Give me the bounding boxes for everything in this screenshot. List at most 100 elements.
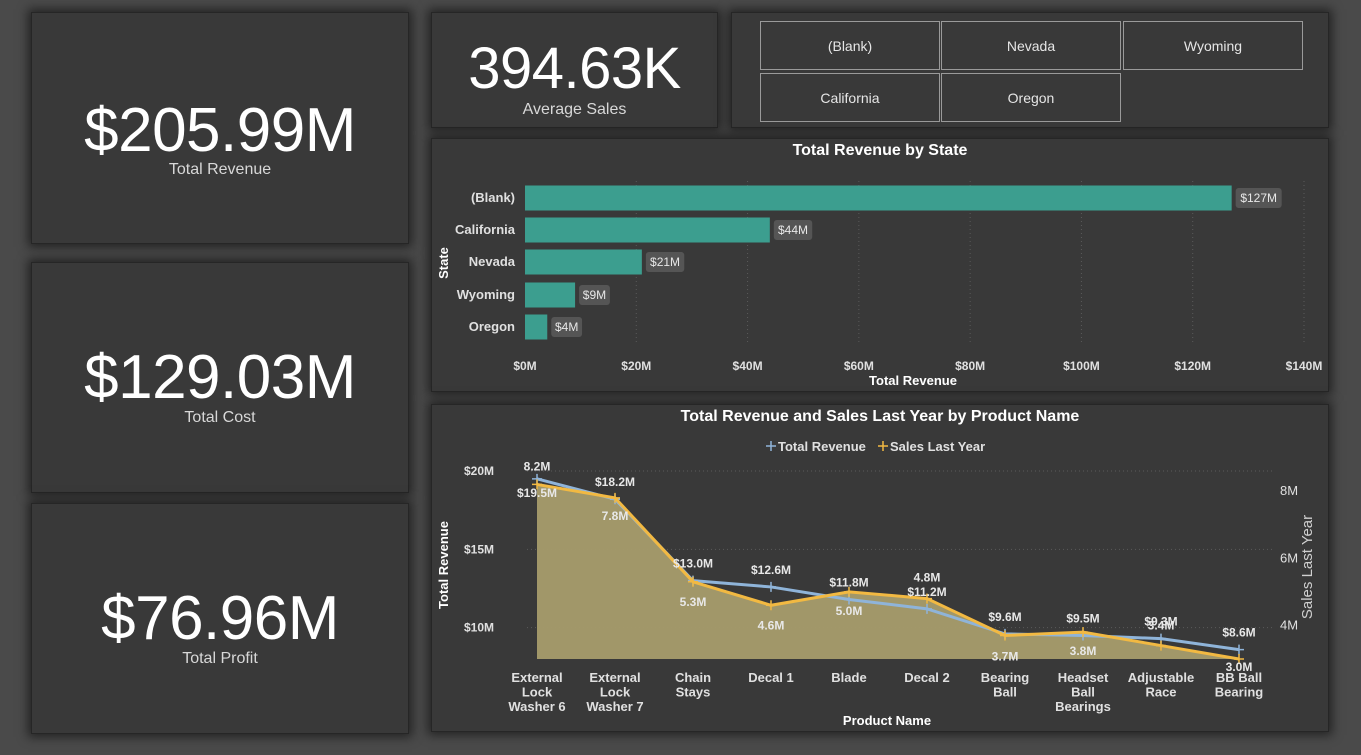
- line-x-category-label: BB Ball: [1216, 670, 1262, 685]
- slicer-item-wyoming[interactable]: Wyoming: [1123, 21, 1303, 70]
- bar-x-axis-title: Total Revenue: [869, 373, 957, 388]
- state-slicer: (Blank) Nevada Wyoming California Oregon: [731, 12, 1329, 128]
- line-x-category-label: Bearing: [1215, 685, 1263, 700]
- bar-category-label: Nevada: [469, 254, 516, 269]
- legend-revenue-label: Total Revenue: [778, 439, 866, 454]
- sales-data-label: 4.6M: [758, 618, 785, 632]
- line-x-category-label: Washer 6: [508, 699, 565, 714]
- line-y-left-tick-label: $10M: [464, 621, 494, 635]
- line-x-category-label: Decal 2: [904, 670, 950, 685]
- bar: [525, 249, 642, 275]
- line-x-category-label: Bearing: [981, 670, 1029, 685]
- line-y-right-tick-label: 8M: [1280, 483, 1298, 498]
- sales-data-label: 4.8M: [914, 571, 941, 585]
- line-x-category-label: Stays: [676, 685, 711, 700]
- revenue-data-label: $19.5M: [517, 486, 557, 500]
- kpi-label-total-revenue: Total Revenue: [168, 161, 272, 178]
- legend-sales-marker: [878, 441, 888, 451]
- revenue-data-label: $8.6M: [1222, 626, 1255, 640]
- bar: [525, 314, 548, 340]
- bar-category-label: (Blank): [471, 190, 515, 205]
- line-y-left-axis-title: Total Revenue: [436, 521, 451, 609]
- bar-category-label: Oregon: [469, 319, 515, 334]
- slicer-item-nevada[interactable]: Nevada: [941, 21, 1121, 70]
- revenue-marker: [1234, 644, 1244, 655]
- bar-x-tick-label: $140M: [1286, 359, 1323, 373]
- bar-data-label: $127M: [1240, 191, 1277, 205]
- line-x-category-label: Bearings: [1055, 699, 1111, 714]
- revenue-sales-by-product-chart: Total Revenue and Sales Last Year by Pro…: [431, 404, 1329, 732]
- line-x-category-label: External: [589, 670, 640, 685]
- sales-data-label: 5.3M: [680, 595, 707, 609]
- line-x-category-label: Decal 1: [748, 670, 794, 685]
- line-x-category-label: Lock: [522, 685, 553, 700]
- line-x-category-label: Ball: [993, 685, 1017, 700]
- line-x-category-label: Chain: [675, 670, 711, 685]
- slicer-item-oregon[interactable]: Oregon: [941, 73, 1121, 122]
- line-x-category-label: Lock: [600, 685, 631, 700]
- line-x-category-label: Adjustable: [1128, 670, 1194, 685]
- kpi-card-average-sales: 394.63K Average Sales: [431, 12, 718, 128]
- sales-data-label: 7.8M: [602, 509, 629, 523]
- kpi-label-total-cost: Total Cost: [184, 409, 256, 426]
- revenue-data-label: $13.0M: [673, 557, 713, 571]
- revenue-data-label: $9.6M: [988, 610, 1021, 624]
- revenue-data-label: $11.8M: [829, 575, 868, 589]
- revenue-marker: [766, 581, 776, 592]
- kpi-value-total-cost: $129.03M: [84, 343, 356, 412]
- line-x-category-label: External: [511, 670, 562, 685]
- bar-data-label: $44M: [778, 223, 808, 237]
- bar-y-axis-title: State: [436, 247, 451, 279]
- line-chart-svg: $20M $15M $10M 8M 6M 4M $19.5M 8.2M $18.2M 7.8M $1…: [436, 439, 1316, 728]
- kpi-card-total-revenue: $205.99M Total Revenue: [31, 12, 409, 244]
- bar-x-tick-label: $80M: [955, 359, 985, 373]
- bar-x-tick-label: $0M: [513, 359, 536, 373]
- kpi-value-total-profit: $76.96M: [101, 584, 339, 653]
- line-x-category-label: Headset: [1058, 670, 1109, 685]
- slicer-item-california[interactable]: California: [760, 73, 940, 122]
- legend-sales-label: Sales Last Year: [890, 439, 985, 454]
- line-x-axis-title: Product Name: [843, 713, 931, 728]
- line-y-right-axis-title: Sales Last Year: [1299, 515, 1316, 619]
- line-y-left-tick-label: $20M: [464, 464, 494, 478]
- revenue-data-label: $12.6M: [751, 563, 791, 577]
- revenue-data-label: $11.2M: [907, 585, 946, 599]
- bar-x-tick-label: $60M: [844, 359, 874, 373]
- line-x-category-label: Race: [1145, 685, 1176, 700]
- legend-revenue-marker: [766, 441, 776, 451]
- sales-area: [537, 484, 1239, 659]
- bar-data-label: $21M: [650, 255, 680, 269]
- bar: [525, 185, 1232, 211]
- bar-x-tick-label: $20M: [621, 359, 651, 373]
- line-x-category-label: Blade: [831, 670, 866, 685]
- line-y-left-tick-label: $15M: [464, 542, 494, 556]
- sales-data-label: 5.0M: [836, 604, 863, 618]
- sales-data-label: 3.7M: [992, 650, 1019, 664]
- bar-category-label: California: [455, 222, 516, 237]
- kpi-label-total-profit: Total Profit: [182, 650, 258, 667]
- bar-category-label: Wyoming: [457, 287, 515, 302]
- revenue-by-state-chart: Total Revenue by State $0M $20M $40M $60M $8…: [431, 138, 1329, 392]
- line-x-category-label: Washer 7: [586, 699, 643, 714]
- line-y-right-tick-label: 4M: [1280, 617, 1298, 632]
- revenue-data-label: $18.2M: [595, 475, 635, 489]
- sales-data-label: 8.2M: [524, 459, 551, 473]
- bar-data-label: $9M: [583, 288, 606, 302]
- bar-data-label: $4M: [555, 320, 578, 334]
- bar-x-tick-label: $120M: [1174, 359, 1211, 373]
- kpi-label-average-sales: Average Sales: [522, 101, 627, 118]
- bar: [525, 282, 576, 308]
- sales-data-label: 3.4M: [1148, 619, 1175, 633]
- line-x-category-label: Ball: [1071, 685, 1095, 700]
- kpi-card-total-profit: $76.96M Total Profit: [31, 503, 409, 734]
- sales-data-label: 3.8M: [1070, 644, 1097, 658]
- bar: [525, 217, 770, 243]
- kpi-card-total-cost: $129.03M Total Cost: [31, 262, 409, 493]
- bar-chart-svg: $0M $20M $40M $60M $80M $100M $120M $140M (Blank…: [436, 181, 1323, 388]
- bar-x-tick-label: $100M: [1063, 359, 1100, 373]
- slicer-item-blank[interactable]: (Blank): [760, 21, 940, 70]
- kpi-value-average-sales: 394.63K: [468, 36, 681, 101]
- line-y-right-tick-label: 6M: [1280, 550, 1298, 565]
- bar-x-tick-label: $40M: [733, 359, 763, 373]
- kpi-value-total-revenue: $205.99M: [84, 96, 356, 165]
